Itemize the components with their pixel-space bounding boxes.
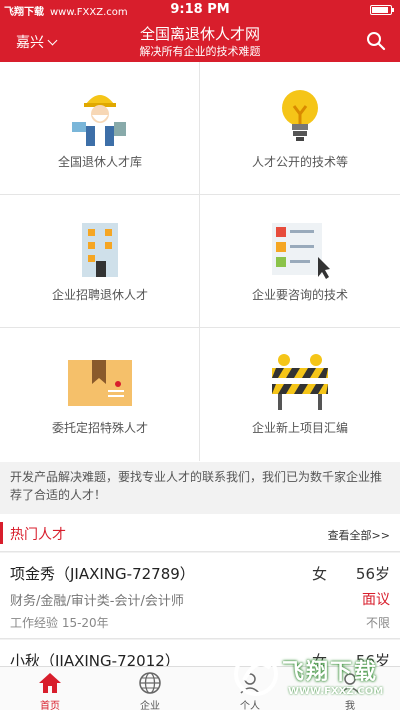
watermark-url: WWW.FXXZ.COM [288,686,384,697]
talent-experience: 工作经验 15-20年 [10,616,109,630]
battery-icon [370,5,394,15]
hot-talent-header: 热门人才 查看全部>> [0,514,400,552]
section-title: 热门人才 [10,527,66,543]
view-all-link[interactable]: 查看全部>> [328,527,390,543]
grid-item-new-projects[interactable]: 企业新上项目汇编 [200,328,400,461]
grid-item-label: 委托定招特殊人才 [51,421,148,435]
globe-icon [139,672,161,694]
app-header: 嘉兴 全国离退休人才网 解决所有企业的技术难题 [0,20,400,62]
barrier-icon [272,354,328,410]
tab-label: 企业 [140,701,160,710]
grid-item-hire-retired[interactable]: 企业招聘退休人才 [0,195,200,328]
grid-item-retired-talent[interactable]: 全国退休人才库 [0,62,200,195]
intro-text: 开发产品解决难题，要找专业人才的联系我们，我们已为数千家企业推荐了合适的人才！ [0,462,400,510]
building-icon [82,223,118,277]
grid-item-label: 人才公开的技术等 [251,155,348,169]
talent-row[interactable]: 项金秀（JIAXING-72789） 女 56岁 财务/金融/审计类-会计/会计… [0,553,400,639]
feature-grid: 全国退休人才库 人才公开的技术等 企业招聘退休人才 企业要咨询的技术 委托定招特… [0,62,400,462]
retired-worker-icon [72,95,126,146]
watermark-overlay: 飞翔下载 WWW.FXXZ.COM [232,648,392,706]
talent-name: 项金秀（JIAXING-72789） [10,565,195,583]
watermark-word: 飞翔下载 [282,660,379,685]
talent-age: 56岁 [355,565,390,583]
tab-enterprise[interactable]: 企业 [100,667,200,710]
grid-item-special-talent[interactable]: 委托定招特殊人才 [0,328,200,461]
package-icon [68,360,132,406]
grid-item-label: 全国退休人才库 [57,155,142,169]
grid-item-public-tech[interactable]: 人才公开的技术等 [200,62,400,195]
grid-item-consult-tech[interactable]: 企业要咨询的技术 [200,195,400,328]
search-icon[interactable] [366,31,386,51]
status-time: 9:18 PM [170,2,230,17]
grid-item-label: 企业招聘退休人才 [51,288,148,302]
lightbulb-icon [282,90,318,141]
question-list-icon [272,223,330,279]
talent-location: 不限 [365,616,390,630]
home-icon [39,673,61,693]
talent-gender: 女 [312,565,328,583]
grid-item-label: 企业要咨询的技术 [251,288,348,302]
talent-salary: 面议 [362,592,390,608]
app-screen: 飞翔下载 www.FXXZ.com 9:18 PM 嘉兴 全国离退休人才网 解决所… [0,0,400,710]
section-accent [0,522,3,544]
talent-category: 财务/金融/审计类-会计/会计师 [10,594,184,609]
page-subtitle: 解决所有企业的技术难题 [139,45,261,58]
status-bar: 飞翔下载 www.FXXZ.com 9:18 PM [0,0,400,20]
watermark-logo-icon [234,652,278,696]
grid-item-label: 企业新上项目汇编 [251,421,348,435]
tab-home[interactable]: 首页 [0,667,100,710]
page-title: 全国离退休人才网 [139,25,260,43]
tab-label: 首页 [40,701,60,710]
